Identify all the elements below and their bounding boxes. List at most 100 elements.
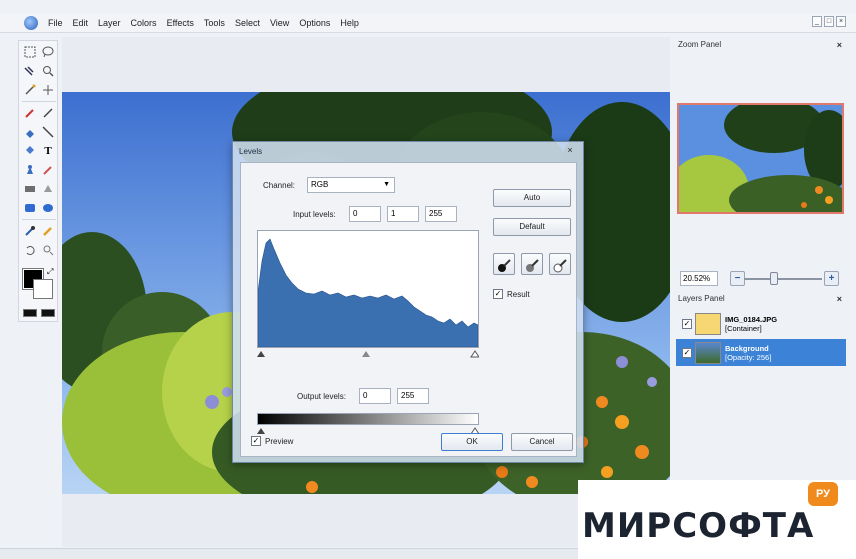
clone-stamp-icon[interactable] — [22, 162, 38, 178]
recolor-icon[interactable] — [40, 162, 56, 178]
menu-select[interactable]: Select — [230, 18, 265, 28]
zoom-slider-track[interactable] — [744, 278, 822, 280]
layer-visibility-checkbox[interactable]: ✓ — [682, 347, 692, 358]
paint-bucket-icon[interactable] — [22, 143, 38, 159]
input-levels-label: Input levels: — [293, 210, 336, 219]
zoom-panel-close-icon[interactable]: × — [837, 38, 842, 52]
layers-panel-close-icon[interactable]: × — [837, 292, 842, 306]
move-icon[interactable] — [22, 63, 38, 79]
menu-help[interactable]: Help — [335, 18, 364, 28]
zoom-controls: 20.52% − + — [676, 268, 846, 290]
pencil-icon[interactable] — [40, 105, 56, 121]
chevron-down-icon: ▼ — [383, 181, 390, 188]
layer-visibility-checkbox[interactable]: ✓ — [682, 318, 692, 329]
text-tool-icon[interactable]: T — [40, 143, 56, 159]
gradient-icon[interactable] — [22, 181, 38, 197]
cancel-button[interactable]: Cancel — [511, 433, 573, 451]
menu-view[interactable]: View — [265, 18, 294, 28]
white-point-dropper[interactable] — [549, 253, 571, 275]
channel-value: RGB — [311, 180, 329, 189]
swap-colors-icon[interactable]: ⤢ — [47, 267, 53, 277]
channel-label: Channel: — [263, 181, 296, 190]
app-logo-icon — [24, 15, 38, 30]
rectangle-select-icon[interactable] — [22, 44, 38, 60]
menu-file[interactable]: File — [43, 18, 68, 28]
watermark-badge: РУ — [808, 482, 838, 506]
app-window: File Edit Layer Colors Effects Tools Sel… — [0, 0, 856, 559]
zoom-in-button[interactable]: + — [824, 271, 839, 286]
palette-button-left[interactable] — [23, 309, 37, 317]
highlighter-icon[interactable] — [40, 223, 56, 239]
result-label: Result — [507, 290, 530, 299]
input-white-field[interactable]: 255 — [425, 206, 457, 222]
layer-thumbnail — [695, 341, 721, 364]
menu-colors[interactable]: Colors — [126, 18, 162, 28]
lasso-icon[interactable] — [40, 44, 56, 60]
input-gamma-field[interactable]: 1 — [387, 206, 419, 222]
menu-options[interactable]: Options — [294, 18, 335, 28]
toolbox: T ⤢ — [18, 40, 58, 322]
undo-arrow-icon[interactable] — [22, 242, 38, 258]
histogram — [257, 230, 479, 348]
zoom-out-button[interactable]: − — [730, 271, 745, 286]
rectangle-shape-icon[interactable] — [22, 200, 38, 216]
input-black-handle[interactable] — [257, 351, 265, 357]
shapes-icon[interactable] — [40, 181, 56, 197]
menu-tools[interactable]: Tools — [199, 18, 230, 28]
input-black-field[interactable]: 0 — [349, 206, 381, 222]
status-bar — [0, 548, 578, 559]
magic-wand-icon[interactable] — [22, 82, 38, 98]
layer-row-selected[interactable]: ✓ Background [Opacity: 256] — [676, 339, 846, 366]
zoom-tool-icon[interactable] — [40, 63, 56, 79]
eraser-icon[interactable] — [22, 124, 38, 140]
color-picker-icon[interactable] — [22, 223, 38, 239]
layer-sub: [Opacity: 256] — [725, 352, 772, 362]
input-levels-slider[interactable] — [257, 348, 479, 358]
menu-edit[interactable]: Edit — [68, 18, 94, 28]
magnifier-icon[interactable] — [40, 242, 56, 258]
menu-bar: File Edit Layer Colors Effects Tools Sel… — [0, 13, 856, 33]
black-point-dropper[interactable] — [493, 253, 515, 275]
paintbrush-icon[interactable] — [22, 105, 38, 121]
secondary-color-swatch[interactable] — [33, 279, 53, 299]
zoom-value-field[interactable]: 20.52% — [680, 271, 718, 286]
ok-button[interactable]: OK — [441, 433, 503, 451]
menu-layer[interactable]: Layer — [93, 18, 126, 28]
layer-row[interactable]: ✓ IMG_0184.JPG [Container] — [676, 310, 846, 337]
pan-icon[interactable] — [40, 82, 56, 98]
folder-icon — [695, 312, 721, 335]
result-checkbox[interactable]: ✓ — [493, 289, 503, 299]
maximize-button[interactable]: □ — [824, 16, 834, 27]
output-black-field[interactable]: 0 — [359, 388, 391, 404]
layer-sub: [Container] — [725, 323, 762, 333]
minimize-button[interactable]: _ — [812, 16, 822, 27]
levels-close-icon[interactable]: × — [563, 144, 577, 156]
toolbox-divider — [22, 101, 56, 102]
output-levels-label: Output levels: — [297, 392, 346, 401]
output-white-field[interactable]: 255 — [397, 388, 429, 404]
auto-button[interactable]: Auto — [493, 189, 571, 207]
layers-panel-header: Layers Panel × — [676, 292, 846, 306]
zoom-slider-knob[interactable] — [769, 272, 778, 285]
default-button[interactable]: Default — [493, 218, 571, 236]
gray-point-dropper[interactable] — [521, 253, 543, 275]
input-gamma-handle[interactable] — [362, 351, 370, 357]
palette-button-right[interactable] — [41, 309, 55, 317]
toolbox-divider — [22, 219, 56, 220]
channel-dropdown[interactable]: RGB ▼ — [307, 177, 395, 193]
line-icon[interactable] — [40, 124, 56, 140]
watermark-logo: МИРСОФТА — [582, 506, 815, 546]
window-controls: _ □ × — [812, 16, 846, 27]
preview-label: Preview — [265, 437, 294, 446]
layer-text: Background [Opacity: 256] — [725, 344, 771, 362]
ellipse-shape-icon[interactable] — [40, 200, 56, 216]
zoom-thumbnail[interactable] — [677, 103, 844, 214]
preview-checkbox[interactable]: ✓ — [251, 436, 261, 446]
close-window-button[interactable]: × — [836, 16, 846, 27]
output-gradient-bar — [257, 413, 479, 425]
output-black-handle[interactable] — [257, 428, 265, 434]
input-white-handle[interactable] — [470, 350, 479, 358]
layer-name: Background — [725, 343, 769, 353]
zoom-panel-title: Zoom Panel — [678, 40, 722, 49]
menu-effects[interactable]: Effects — [162, 18, 199, 28]
